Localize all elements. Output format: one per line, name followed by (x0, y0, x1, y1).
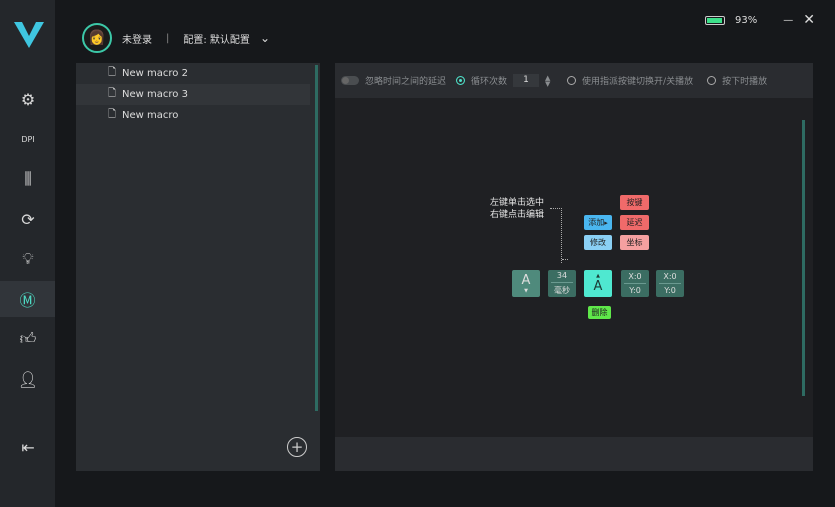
add-macro-button[interactable]: + (287, 437, 307, 457)
macro-item[interactable]: 🗋 New macro 2 (76, 63, 310, 84)
loop-radio[interactable] (456, 76, 466, 85)
toggle-play-label: 使用指派按键切换开/关播放 (582, 77, 694, 87)
key-block[interactable]: A ▼ (512, 270, 540, 297)
ignore-delay-toggle[interactable] (341, 76, 359, 85)
scrollbar[interactable] (315, 65, 318, 411)
loop-count-input[interactable]: 1 (513, 74, 540, 87)
thumbs-up-icon[interactable]: 👍︎ (12, 323, 44, 355)
delete-button[interactable]: 删除 (588, 306, 611, 319)
macro-icon[interactable]: Ⓜ (0, 281, 55, 317)
menu-key-button[interactable]: 按键 (620, 195, 649, 210)
hint-connector (550, 208, 562, 263)
battery-icon (705, 15, 726, 25)
add-button[interactable]: 添加 ▸ (584, 215, 612, 230)
logo (14, 22, 44, 48)
scrollbar[interactable] (802, 120, 805, 396)
macro-item[interactable]: 🗋 New macro (76, 105, 310, 126)
ignore-delay-label: 忽略时间之间的延迟 (365, 77, 447, 87)
file-icon: 🗋 (108, 109, 117, 120)
battery-percent: 93% (735, 14, 758, 26)
press-play-radio[interactable] (707, 76, 717, 85)
toolbar: 忽略时间之间的延迟 循环次数 1 ▲ ▼ 使用指派按键切换开/关播放 按下时播放 (335, 63, 813, 98)
coord-block[interactable]: X:0 Y:0 (656, 270, 684, 297)
macro-list-panel: 🗋 New macro 2 🗋 New macro 3 🗋 New macro + (76, 63, 320, 471)
menu-coord-button[interactable]: 坐标 (620, 235, 649, 250)
collapse-menu-icon[interactable]: ⇤ (12, 431, 44, 463)
delay-block[interactable]: 34 毫秒 (548, 270, 576, 297)
coord-block[interactable]: X:0 Y:0 (621, 270, 649, 297)
user-list-icon[interactable]: 👤︎ (12, 363, 44, 395)
hint-text: 左键单击选中 右键点击编辑 (490, 198, 545, 220)
modify-button[interactable]: 修改 (584, 235, 612, 250)
loop-label: 循环次数 (471, 77, 508, 87)
equalizer-icon[interactable]: ⫼ (12, 163, 44, 195)
minimize-button[interactable]: — (783, 15, 793, 26)
login-status[interactable]: 未登录 (122, 31, 152, 46)
separator: | (166, 32, 170, 44)
macro-item[interactable]: 🗋 New macro 3 (76, 84, 310, 105)
light-bulb-icon[interactable]: 💡︎ (12, 243, 44, 275)
chevron-down-icon[interactable]: ⌄ (260, 31, 270, 45)
toggle-play-radio[interactable] (567, 76, 577, 85)
sidebar: ⚙ DPI ⫼ ⟳ 💡︎ Ⓜ 👍︎ 👤︎ ⇤ (0, 0, 55, 507)
config-select[interactable]: 配置: 默认配置 (183, 31, 250, 46)
press-play-label: 按下时播放 (722, 77, 768, 87)
menu-delay-button[interactable]: 延迟 (620, 215, 649, 230)
stepper-icon[interactable]: ▲ ▼ (545, 74, 553, 87)
hint-connector (562, 259, 568, 263)
sync-icon[interactable]: ⟳ (12, 203, 44, 235)
macro-canvas[interactable]: 左键单击选中 右键点击编辑 添加 ▸ 修改 按键 延迟 坐标 A ▼ 34 毫秒 ▲ A … (335, 98, 813, 437)
header: 👩 未登录 | 配置: 默认配置 ⌄ (82, 23, 270, 53)
arrow-down-icon: ▼ (524, 288, 528, 294)
file-icon: 🗋 (108, 88, 117, 99)
file-icon: 🗋 (108, 67, 117, 78)
key-block-selected[interactable]: ▲ A (584, 270, 612, 297)
macro-editor-panel: 忽略时间之间的延迟 循环次数 1 ▲ ▼ 使用指派按键切换开/关播放 按下时播放 … (335, 63, 813, 471)
device-settings-icon[interactable]: ⚙ (12, 83, 44, 115)
dpi-icon[interactable]: DPI (12, 123, 44, 155)
avatar[interactable]: 👩 (82, 23, 112, 53)
close-button[interactable]: ✕ (803, 12, 815, 28)
window-status: 93% — ✕ (705, 12, 815, 28)
